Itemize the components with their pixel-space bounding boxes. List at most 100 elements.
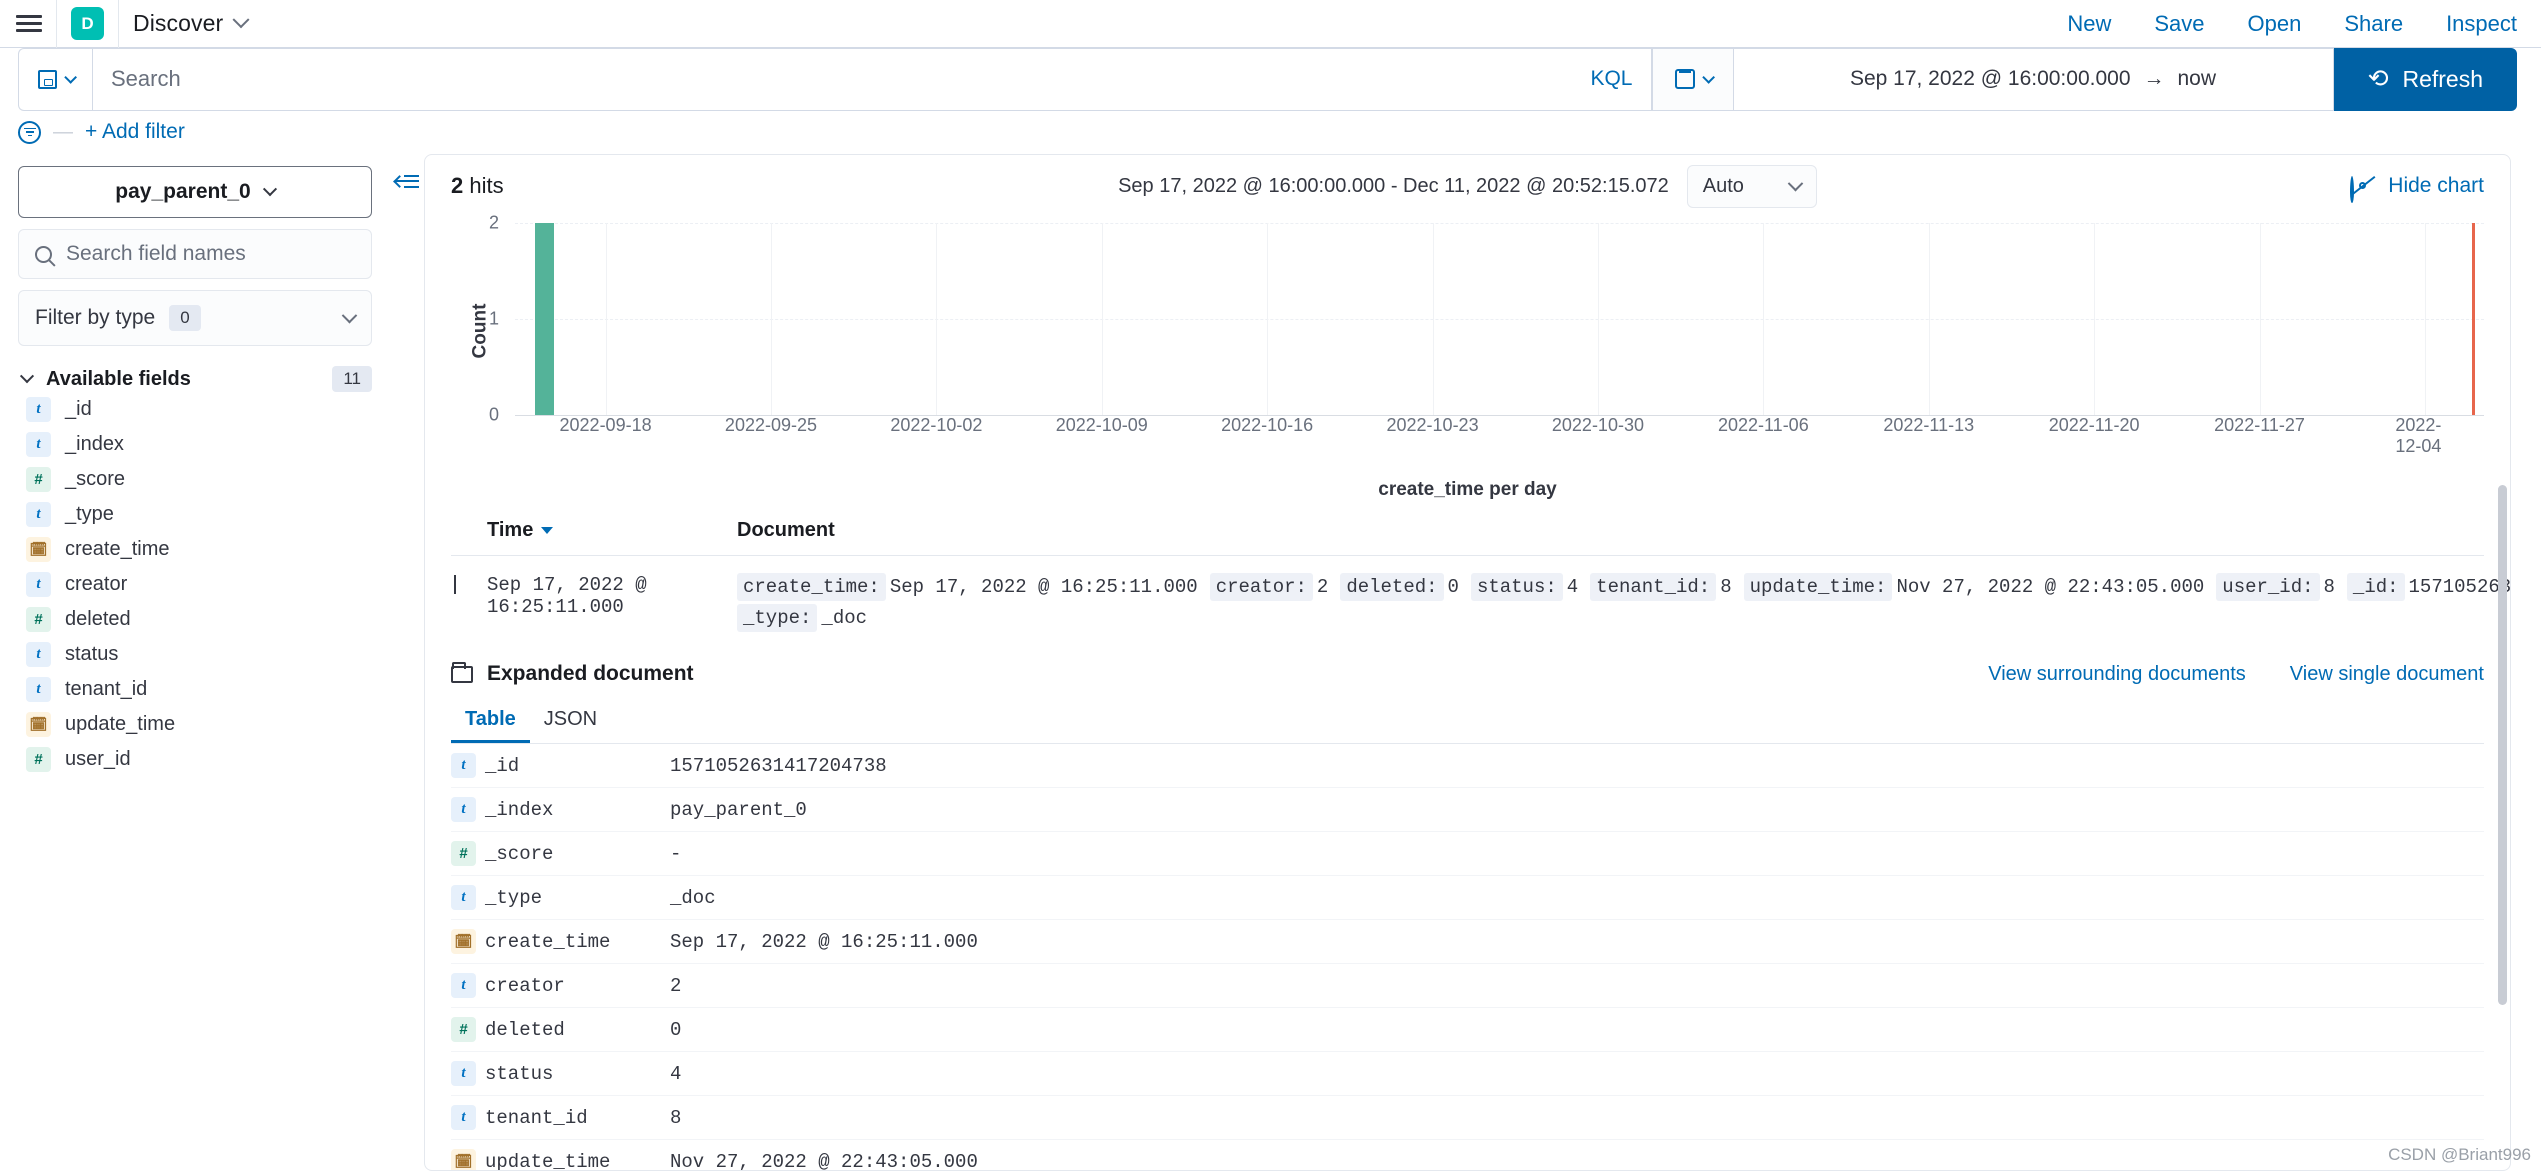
expanded-field-row[interactable]: # _score - bbox=[451, 832, 2484, 876]
histogram-chart[interactable]: Count 0 1 2 2022-09-18 2022-09-25 2022-10-02 2… bbox=[451, 211, 2484, 456]
current-time-marker bbox=[2472, 223, 2476, 415]
x-axis-tick: 2022-10-30 bbox=[1551, 415, 1644, 435]
doc-field-key: creator: bbox=[1209, 573, 1313, 601]
field-item-id[interactable]: t _id bbox=[18, 392, 372, 427]
table-row[interactable]: Sep 17, 2022 @ 16:25:11.000 create_time:… bbox=[451, 556, 2510, 648]
doc-field-value: _doc bbox=[821, 607, 868, 629]
field-item-score[interactable]: # _score bbox=[18, 462, 372, 497]
date-start[interactable]: Sep 17, 2022 @ 16:00:00.000 bbox=[1850, 67, 2131, 91]
field-type-cell: t bbox=[451, 753, 485, 778]
string-type-icon: t bbox=[451, 1105, 476, 1130]
save-button[interactable]: Save bbox=[2154, 11, 2204, 37]
date-quick-select-button[interactable] bbox=[1651, 47, 1734, 111]
time-column-label: Time bbox=[487, 519, 534, 541]
x-axis-tick: 2022-09-18 bbox=[559, 415, 652, 435]
view-surrounding-documents-link[interactable]: View surrounding documents bbox=[1988, 663, 2246, 686]
refresh-icon: ⟳ bbox=[2367, 65, 2389, 93]
collapse-sidebar-icon bbox=[395, 174, 419, 189]
hide-chart-button[interactable]: Hide chart bbox=[2350, 174, 2484, 203]
refresh-button[interactable]: ⟳ Refresh bbox=[2333, 47, 2517, 111]
expanded-field-row[interactable]: # deleted 0 bbox=[451, 1008, 2484, 1052]
field-search-box[interactable] bbox=[18, 229, 372, 279]
query-bar: KQL Sep 17, 2022 @ 16:00:00.000 → now ⟳ … bbox=[0, 47, 2541, 111]
collapse-sidebar-button[interactable] bbox=[390, 162, 424, 200]
field-list: t _id t _index # _scoret _type 🗓 create_time t cre… bbox=[18, 392, 372, 777]
string-type-icon: t bbox=[26, 642, 51, 667]
field-item-status[interactable]: t status bbox=[18, 637, 372, 672]
field-item-deleted[interactable]: # deleted bbox=[18, 602, 372, 637]
chart-bar[interactable] bbox=[534, 223, 555, 415]
filter-by-type-button[interactable]: Filter by type 0 bbox=[18, 290, 372, 346]
field-item-type[interactable]: t _type bbox=[18, 497, 372, 532]
filter-circle-icon[interactable] bbox=[18, 120, 41, 144]
time-column-header[interactable]: Time bbox=[487, 519, 737, 542]
query-language-button[interactable]: KQL bbox=[1578, 67, 1632, 91]
available-fields-label: Available fields bbox=[46, 367, 191, 390]
breadcrumb[interactable]: Discover bbox=[133, 10, 250, 37]
field-item-creator[interactable]: t creator bbox=[18, 567, 372, 602]
new-button[interactable]: New bbox=[2067, 11, 2111, 37]
expanded-field-row[interactable]: t _type _doc bbox=[451, 876, 2484, 920]
chevron-down-icon[interactable] bbox=[232, 10, 250, 28]
expanded-field-row[interactable]: t _index pay_parent_0 bbox=[451, 788, 2484, 832]
view-single-document-link[interactable]: View single document bbox=[2290, 663, 2484, 686]
field-name: _type bbox=[65, 503, 114, 525]
expanded-field-row[interactable]: t creator 2 bbox=[451, 964, 2484, 1008]
vertical-scrollbar[interactable] bbox=[2498, 485, 2507, 1005]
open-button[interactable]: Open bbox=[2248, 11, 2302, 37]
document-column-header: Document bbox=[737, 519, 835, 541]
y-axis-tick: 0 bbox=[489, 404, 500, 425]
field-item-tenant_id[interactable]: t tenant_id bbox=[18, 672, 372, 707]
expanded-field-value: Nov 27, 2022 @ 22:43:05.000 bbox=[670, 1150, 978, 1171]
vertical-gridline bbox=[1597, 223, 1599, 415]
field-item-user_id[interactable]: # user_id bbox=[18, 742, 372, 777]
x-axis-tick: 2022-10-02 bbox=[890, 415, 983, 435]
doc-field-key: _type: bbox=[737, 604, 818, 632]
vertical-gridline bbox=[936, 223, 938, 415]
x-axis-tick: 2022-10-09 bbox=[1055, 415, 1148, 435]
field-item-index[interactable]: t _index bbox=[18, 427, 372, 462]
tab-table[interactable]: Table bbox=[451, 708, 530, 743]
hamburger-icon[interactable] bbox=[16, 13, 42, 35]
doc-field-value: 8 bbox=[1720, 576, 1732, 598]
search-bar[interactable]: KQL bbox=[92, 47, 1652, 111]
vertical-gridline bbox=[1101, 223, 1103, 415]
expanded-field-name: deleted bbox=[485, 1018, 565, 1041]
hide-chart-label: Hide chart bbox=[2388, 174, 2484, 197]
sort-descending-icon[interactable] bbox=[541, 527, 554, 534]
share-button[interactable]: Share bbox=[2344, 11, 2403, 37]
x-axis-tick: 2022-09-25 bbox=[724, 415, 818, 435]
string-type-icon: t bbox=[451, 1061, 476, 1086]
expanded-field-row[interactable]: t _id 1571052631417204738 bbox=[451, 744, 2484, 788]
field-item-update_time[interactable]: 🗓 update_time bbox=[18, 707, 372, 742]
field-type-cell: t bbox=[451, 973, 485, 998]
string-type-icon: t bbox=[26, 502, 51, 527]
search-field-names-input[interactable] bbox=[66, 242, 355, 266]
expanded-document-title: Expanded document bbox=[487, 662, 694, 685]
app-logo-badge: D bbox=[71, 7, 104, 40]
interval-select[interactable]: Auto bbox=[1686, 164, 1817, 208]
expanded-field-row[interactable]: 🗓 create_time Sep 17, 2022 @ 16:25:11.000 bbox=[451, 920, 2484, 964]
available-fields-header[interactable]: Available fields 11 bbox=[18, 366, 372, 392]
x-axis-tick: 2022-11-06 bbox=[1717, 415, 1809, 435]
expanded-field-row[interactable]: t status 4 bbox=[451, 1052, 2484, 1096]
watermark: CSDN @Briant996 bbox=[2388, 1145, 2531, 1164]
date-end[interactable]: now bbox=[2178, 67, 2217, 91]
doc-field-value: 0 bbox=[1447, 576, 1459, 598]
filter-divider: — bbox=[53, 120, 73, 143]
saved-query-button[interactable] bbox=[18, 47, 92, 111]
inspect-button[interactable]: Inspect bbox=[2446, 11, 2517, 37]
expanded-document-links: View surrounding documents View single d… bbox=[1988, 663, 2484, 686]
expanded-field-row[interactable]: t tenant_id 8 bbox=[451, 1096, 2484, 1140]
expanded-field-row[interactable]: 🗓 update_time Nov 27, 2022 @ 22:43:05.000 bbox=[451, 1140, 2484, 1171]
search-input[interactable] bbox=[111, 66, 1579, 92]
tab-json[interactable]: JSON bbox=[530, 708, 611, 743]
vertical-gridline bbox=[2259, 223, 2261, 415]
add-filter-button[interactable]: + Add filter bbox=[85, 120, 185, 144]
field-type-cell: 🗓 bbox=[451, 1149, 485, 1170]
field-item-create_time[interactable]: 🗓 create_time bbox=[18, 532, 372, 567]
expand-row-button[interactable] bbox=[451, 572, 487, 634]
date-range-picker[interactable]: Sep 17, 2022 @ 16:00:00.000 → now bbox=[1733, 47, 2334, 111]
chart-plot-area[interactable]: 0 1 2 2022-09-18 2022-09-25 2022-10-02 2022-10… bbox=[489, 213, 2484, 456]
index-pattern-selector[interactable]: pay_parent_0 bbox=[18, 166, 372, 218]
